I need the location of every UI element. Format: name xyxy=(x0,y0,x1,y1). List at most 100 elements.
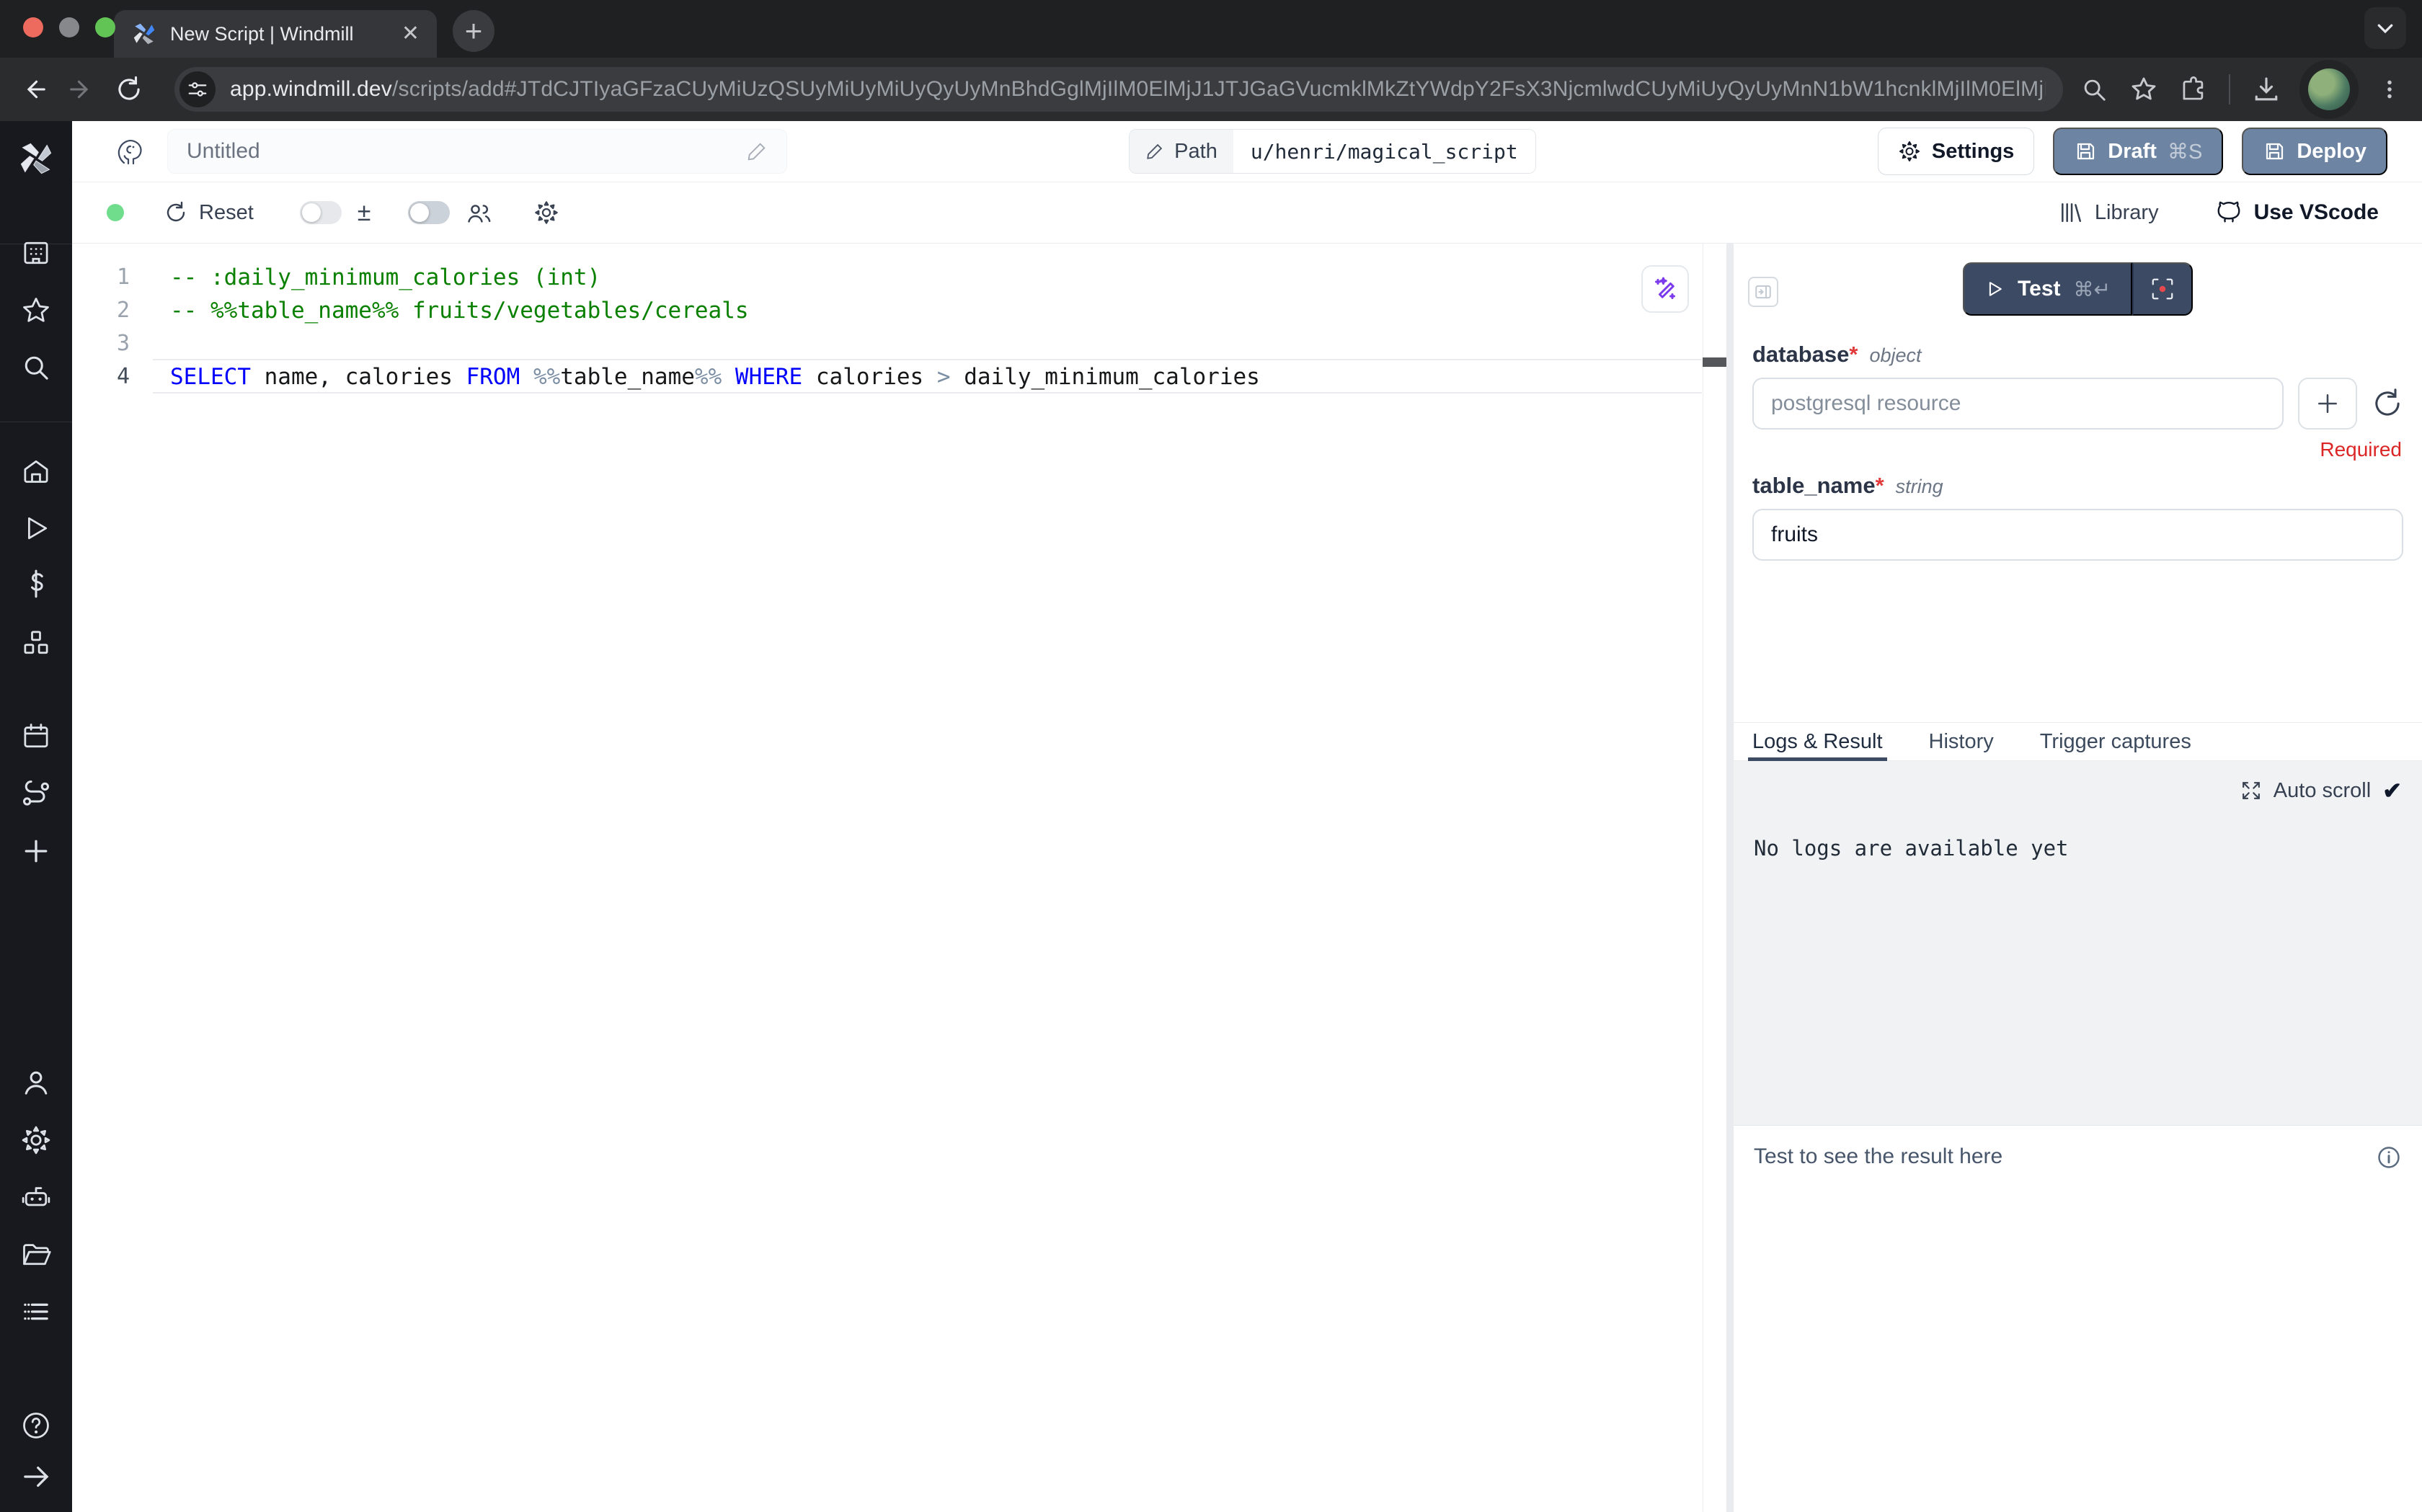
vscode-label: Use VScode xyxy=(2254,200,2379,225)
extensions-icon[interactable] xyxy=(2180,76,2207,103)
database-resource-input[interactable] xyxy=(1752,378,2284,430)
refresh-resources-button[interactable] xyxy=(2372,388,2403,419)
deploy-label: Deploy xyxy=(2297,140,2366,164)
table-name-field-label: table_name* string xyxy=(1752,473,2403,499)
refresh-icon xyxy=(164,201,187,224)
sidebar-item-workers[interactable] xyxy=(20,1181,52,1213)
draft-button[interactable]: Draft ⌘S xyxy=(2053,128,2223,175)
url-text[interactable]: app.windmill.dev/scripts/add#JTdCJTIyaGF… xyxy=(230,77,2046,102)
edit-pencil-icon[interactable] xyxy=(746,141,768,162)
code-area[interactable]: -- :daily_minimum_calories (int)-- %%tab… xyxy=(153,261,1702,392)
code-line[interactable]: -- %%table_name%% fruits/vegetables/cere… xyxy=(153,294,1702,327)
info-icon[interactable] xyxy=(2376,1144,2402,1170)
collapse-panel-button[interactable] xyxy=(1748,277,1778,307)
assistant-toggle[interactable] xyxy=(408,201,450,224)
tab-search-button[interactable] xyxy=(2364,7,2406,49)
line-number: 4 xyxy=(72,360,150,393)
vscode-icon xyxy=(2215,199,2243,226)
save-icon xyxy=(2263,140,2286,163)
tab-trigger-captures[interactable]: Trigger captures xyxy=(2040,723,2191,760)
expand-icon[interactable] xyxy=(2240,780,2262,801)
window-controls[interactable] xyxy=(23,17,115,37)
path-chip[interactable]: Path u/henri/magical_script xyxy=(1129,129,1536,174)
test-button[interactable]: Test ⌘↵ xyxy=(1963,262,2132,316)
deploy-button[interactable]: Deploy xyxy=(2242,128,2387,175)
code-line[interactable]: SELECT name, calories FROM %%table_name%… xyxy=(153,359,1702,393)
windmill-logo[interactable] xyxy=(17,140,55,177)
sidebar-item-add[interactable] xyxy=(20,835,52,867)
url-host: app.windmill.dev xyxy=(230,77,392,101)
help-icon[interactable] xyxy=(20,1410,52,1441)
sidebar-item-variables[interactable] xyxy=(20,568,52,600)
sidebar-item-settings[interactable] xyxy=(20,1124,52,1156)
table-name-input[interactable] xyxy=(1752,509,2403,561)
library-label: Library xyxy=(2095,201,2159,225)
tab-strip: New Script | Windmill ✕ + xyxy=(0,0,2422,58)
sidebar-item-folders[interactable] xyxy=(20,1238,52,1270)
reload-icon[interactable] xyxy=(115,76,143,103)
sidebar-item-triggers[interactable] xyxy=(20,778,52,809)
download-icon[interactable] xyxy=(2252,75,2281,104)
magic-wand-icon xyxy=(1651,275,1680,303)
path-value: u/henri/magical_script xyxy=(1233,130,1535,173)
browser-tab[interactable]: New Script | Windmill ✕ xyxy=(114,10,437,58)
close-window-button[interactable] xyxy=(23,17,43,37)
site-settings-button[interactable] xyxy=(179,71,216,107)
add-resource-button[interactable] xyxy=(2298,378,2357,430)
editor-settings-gear-icon[interactable] xyxy=(533,200,559,226)
new-tab-button[interactable]: + xyxy=(453,10,494,52)
sidebar-item-home[interactable] xyxy=(20,455,52,487)
test-capture-button[interactable] xyxy=(2132,262,2193,316)
minimize-window-button[interactable] xyxy=(59,17,79,37)
url-path: /scripts/add#JTdCJTIyaGFzaCUyMiUzQSUyMiU… xyxy=(392,77,2046,101)
zoom-icon[interactable] xyxy=(2080,76,2108,103)
expand-sidebar-arrow-icon[interactable] xyxy=(20,1461,52,1493)
forward-icon[interactable] xyxy=(68,76,95,103)
line-number: 2 xyxy=(72,294,150,327)
collaborators-icon[interactable] xyxy=(466,200,492,226)
script-title-input[interactable]: Untitled xyxy=(167,129,787,174)
edit-pencil-icon xyxy=(1145,142,1164,161)
search-icon[interactable] xyxy=(20,352,52,383)
sidebar-item-users[interactable] xyxy=(20,1067,52,1098)
draft-label: Draft xyxy=(2108,140,2157,164)
library-icon xyxy=(2059,200,2083,225)
required-asterisk: * xyxy=(1849,342,1858,367)
tab-close-icon[interactable]: ✕ xyxy=(402,23,420,45)
code-line[interactable] xyxy=(153,327,1702,360)
code-line[interactable]: -- :daily_minimum_calories (int) xyxy=(153,261,1702,294)
url-bar[interactable]: app.windmill.dev/scripts/add#JTdCJTIyaGF… xyxy=(174,67,2063,112)
diff-toggle[interactable] xyxy=(300,201,342,224)
use-vscode-button[interactable]: Use VScode xyxy=(2215,199,2379,226)
profile-avatar[interactable] xyxy=(2308,68,2350,110)
ai-assistant-button[interactable] xyxy=(1641,265,1689,313)
postgresql-elephant-icon xyxy=(114,134,148,169)
bookmark-star-icon[interactable] xyxy=(2129,75,2158,104)
sidebar-item-workspace[interactable] xyxy=(20,237,52,269)
line-number: 1 xyxy=(72,261,150,294)
sidebar-item-resources[interactable] xyxy=(20,627,52,659)
logs-empty-message: No logs are available yet xyxy=(1754,836,2402,860)
sidebar-item-audit-logs[interactable] xyxy=(20,1296,52,1328)
logs-panel: Auto scroll ✔ No logs are available yet xyxy=(1734,761,2422,1125)
sidebar-item-schedules[interactable] xyxy=(20,721,52,752)
reset-button[interactable]: Reset xyxy=(164,201,254,225)
autoscroll-checkmark[interactable]: ✔ xyxy=(2382,777,2402,804)
settings-button[interactable]: Settings xyxy=(1878,128,2034,175)
run-panel: Test ⌘↵ database* object xyxy=(1726,244,2422,1512)
library-button[interactable]: Library xyxy=(2059,200,2159,225)
tab-history[interactable]: History xyxy=(1929,723,1994,760)
tab-logs-result[interactable]: Logs & Result xyxy=(1752,723,1883,760)
editor-toolbar: Reset ± Library Use VSco xyxy=(72,182,2422,244)
zoom-window-button[interactable] xyxy=(95,17,115,37)
kebab-menu-icon[interactable] xyxy=(2377,77,2402,102)
browser-toolbar: app.windmill.dev/scripts/add#JTdCJTIyaGF… xyxy=(0,58,2422,121)
back-icon[interactable] xyxy=(20,76,48,103)
autoscroll-label[interactable]: Auto scroll xyxy=(2274,779,2371,803)
field-name: database* xyxy=(1752,342,1858,368)
sidebar-item-runs[interactable] xyxy=(20,512,52,544)
line-number: 3 xyxy=(72,327,150,360)
editor-cursor-marker xyxy=(1703,357,1726,367)
code-editor[interactable]: 1234 -- :daily_minimum_calories (int)-- … xyxy=(72,244,1726,1512)
sidebar-item-favorites[interactable] xyxy=(20,295,52,326)
